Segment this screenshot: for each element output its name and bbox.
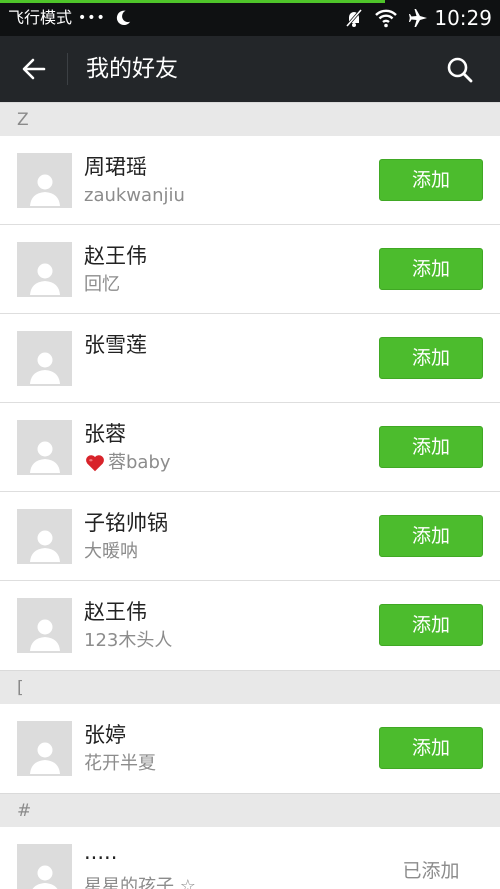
back-button[interactable] <box>14 49 54 89</box>
clock-time: 10:29 <box>434 6 492 30</box>
friend-row[interactable]: ····· 星星的孩子 ☆ 已添加 <box>0 827 500 889</box>
section-header-z: Z <box>0 102 500 136</box>
status-right: 10:29 <box>334 6 492 30</box>
friend-row[interactable]: 张雪莲 添加 <box>0 314 500 403</box>
header-divider <box>67 53 68 85</box>
friend-subtitle: 星星的孩子 ☆ <box>84 875 196 889</box>
airplane-icon <box>409 9 428 27</box>
avatar <box>17 509 72 564</box>
friend-name: 张雪莲 <box>84 333 147 357</box>
notifications-muted-icon <box>346 9 363 27</box>
default-avatar-icon <box>29 441 60 473</box>
search-button[interactable] <box>440 50 480 90</box>
friend-subtitle: zaukwanjiu <box>84 184 185 208</box>
add-friend-button[interactable]: 添加 <box>379 248 483 290</box>
app-header: 我的好友 <box>0 36 500 102</box>
search-icon <box>447 57 473 83</box>
default-avatar-icon <box>32 865 57 889</box>
friend-list[interactable]: Z 周珺瑶 zaukwanjiu 添加 赵王伟 回忆 添加 张雪莲 添加 张蓉 <box>0 102 500 889</box>
already-added-label: 已添加 <box>402 860 460 882</box>
default-avatar-icon <box>29 263 60 295</box>
more-dots: ••• <box>78 10 106 26</box>
friend-subtitle: 123木头人 <box>84 629 172 653</box>
friend-name: 张蓉 <box>84 422 126 446</box>
add-friend-button[interactable]: 添加 <box>379 604 483 646</box>
default-avatar-icon <box>29 742 60 774</box>
wifi-icon <box>375 9 398 28</box>
back-arrow-icon <box>22 58 46 80</box>
default-avatar-icon <box>29 619 60 651</box>
friend-name: 子铭帅锅 <box>84 511 168 535</box>
friend-subtitle: 花开半夏 <box>84 752 156 776</box>
avatar <box>17 598 72 653</box>
friend-subtitle-text: 大暖呐 <box>84 541 138 562</box>
friend-name: 周珺瑶 <box>84 155 147 179</box>
friend-row[interactable]: 赵王伟 回忆 添加 <box>0 225 500 314</box>
avatar <box>17 420 72 475</box>
add-friend-button[interactable]: 添加 <box>379 426 483 468</box>
friend-subtitle: 大暖呐 <box>84 540 138 564</box>
section-header-bracket: [ <box>0 670 500 704</box>
friend-subtitle-text: 蓉baby <box>108 452 171 473</box>
page-title: 我的好友 <box>86 56 178 82</box>
avatar <box>17 153 72 208</box>
heart-emoji-icon <box>86 455 104 472</box>
avatar <box>17 844 72 889</box>
friend-subtitle-text: zaukwanjiu <box>84 185 185 206</box>
section-header-hash: # <box>0 793 500 827</box>
avatar <box>17 331 72 386</box>
friend-row[interactable]: 赵王伟 123木头人 添加 <box>0 581 500 670</box>
friend-row[interactable]: 张婷 花开半夏 添加 <box>0 704 500 793</box>
add-friend-button[interactable]: 添加 <box>379 159 483 201</box>
friend-subtitle: 回忆 <box>84 273 120 297</box>
friend-subtitle: 蓉baby <box>84 451 171 475</box>
add-friend-button[interactable]: 添加 <box>379 727 483 769</box>
default-avatar-icon <box>29 352 60 384</box>
airplane-mode-label: 飞行模式 <box>8 8 73 27</box>
friend-name: 赵王伟 <box>84 244 147 268</box>
friend-row[interactable]: 张蓉 蓉baby 添加 <box>0 403 500 492</box>
friend-name: 赵王伟 <box>84 600 147 624</box>
friend-subtitle-text: 123木头人 <box>84 630 173 651</box>
avatar <box>17 242 72 297</box>
friend-subtitle-text: 花开半夏 <box>84 753 156 774</box>
friend-name: ····· <box>84 846 118 870</box>
friend-name: 张婷 <box>84 723 126 747</box>
status-bar: 飞行模式 ••• 10:29 <box>0 0 500 36</box>
moon-icon <box>116 10 130 26</box>
friend-subtitle-text: 回忆 <box>84 274 120 295</box>
default-avatar-icon <box>29 530 60 562</box>
friend-row[interactable]: 子铭帅锅 大暖呐 添加 <box>0 492 500 581</box>
avatar <box>17 721 72 776</box>
add-friend-button[interactable]: 添加 <box>379 515 483 557</box>
add-friend-button[interactable]: 添加 <box>379 337 483 379</box>
default-avatar-icon <box>29 174 60 206</box>
friend-row[interactable]: 周珺瑶 zaukwanjiu 添加 <box>0 136 500 225</box>
status-left: 飞行模式 ••• <box>8 7 132 29</box>
friend-subtitle-text: 星星的孩子 ☆ <box>84 876 196 889</box>
loading-progress-bar <box>0 0 385 3</box>
